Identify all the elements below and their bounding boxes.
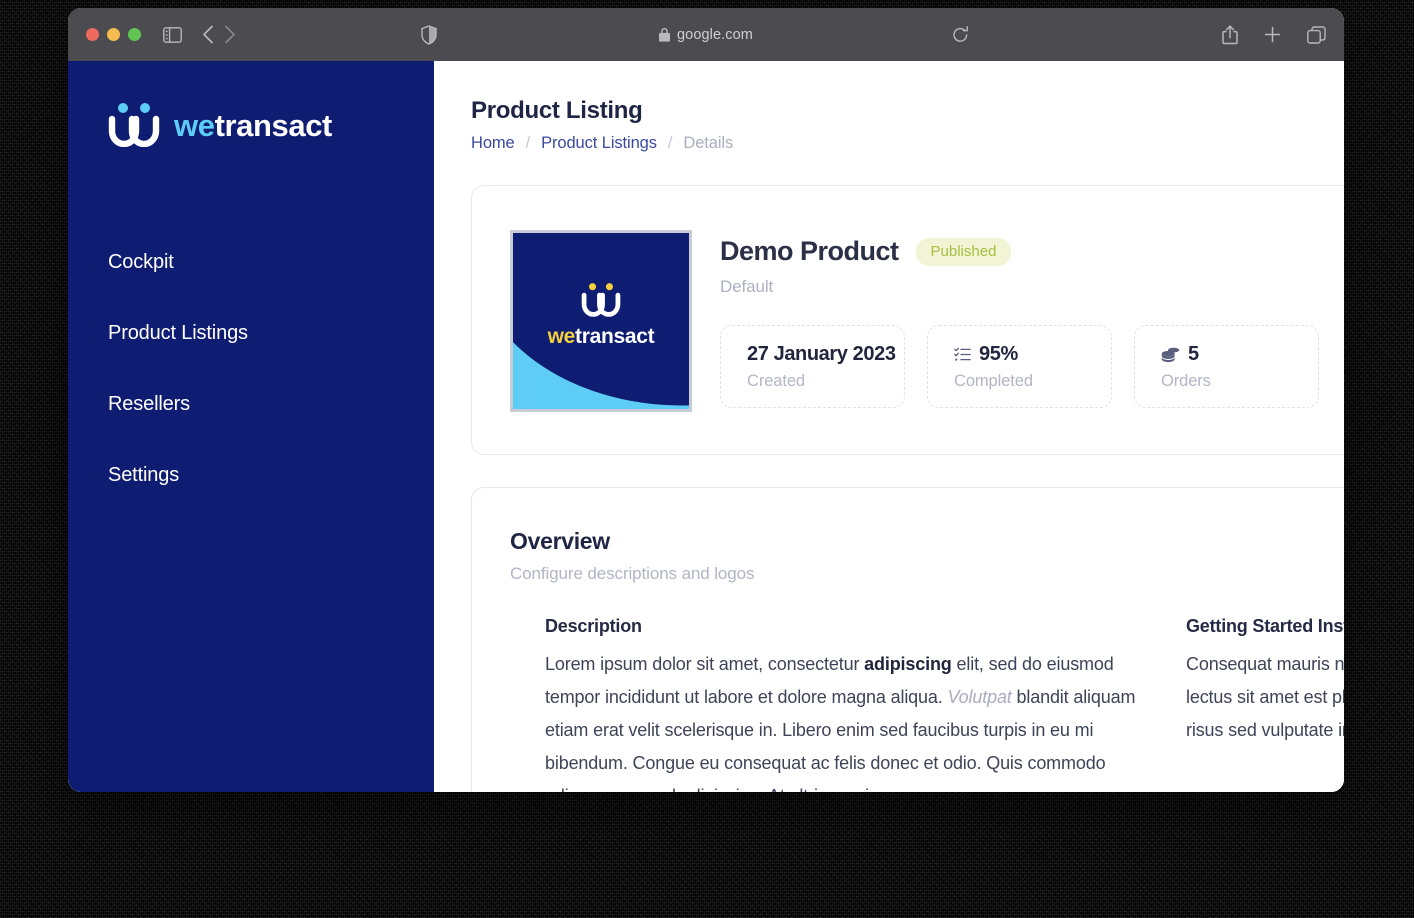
stat-value-row: 5 — [1161, 343, 1318, 366]
overview-card: Overview Configure descriptions and logo… — [471, 487, 1344, 792]
breadcrumb: Home / Product Listings / Details — [471, 134, 1344, 153]
getting-started-body: Consequat mauris nunc congue nisi vitae … — [1186, 654, 1344, 740]
nav-back-icon[interactable] — [202, 25, 214, 44]
getting-started-heading: Getting Started Instructions — [1186, 616, 1344, 636]
getting-started-column: Getting Started Instructions Consequat m… — [1186, 616, 1344, 792]
product-title-row: Demo Product Published — [720, 236, 1319, 267]
browser-window: google.com wetransact Cockpit Product Li… — [68, 8, 1344, 792]
overview-title: Overview — [510, 528, 610, 554]
minimize-window-button[interactable] — [107, 28, 120, 41]
url-text: google.com — [677, 26, 753, 43]
main-content: Product Listing Home / Product Listings … — [434, 61, 1344, 792]
stat-orders-label: Orders — [1161, 372, 1211, 390]
product-subtitle: Default — [720, 277, 774, 296]
breadcrumb-item-details: Details — [683, 134, 734, 152]
thumbnail-logo: wetransact — [513, 281, 689, 349]
thumbnail-wordmark: wetransact — [548, 325, 655, 349]
sidebar-item-cockpit[interactable]: Cockpit — [68, 227, 434, 298]
share-icon[interactable] — [1222, 24, 1238, 45]
overview-columns: Description Lorem ipsum dolor sit amet, … — [510, 616, 1344, 792]
stat-orders: 5 Orders — [1134, 325, 1319, 408]
page-body: wetransact Cockpit Product Listings Rese… — [68, 61, 1344, 792]
stat-completed-label: Completed — [954, 372, 1033, 390]
close-window-button[interactable] — [86, 28, 99, 41]
app-sidebar: wetransact Cockpit Product Listings Rese… — [68, 61, 434, 792]
stat-created-label: Created — [747, 372, 806, 390]
product-meta: Demo Product Published Default 27 Januar… — [720, 230, 1319, 412]
privacy-report-button[interactable] — [421, 8, 437, 61]
breadcrumb-item-product-listings[interactable]: Product Listings — [541, 134, 657, 153]
brand-suffix: transact — [214, 108, 333, 143]
maximize-window-button[interactable] — [128, 28, 141, 41]
breadcrumb-separator: / — [525, 134, 531, 152]
product-summary-row: wetransact Demo Product Published Defaul… — [510, 230, 1344, 412]
breadcrumb-item-home[interactable]: Home — [471, 134, 515, 153]
product-summary-card: wetransact Demo Product Published Defaul… — [471, 185, 1344, 455]
address-bar[interactable]: google.com — [68, 8, 1344, 61]
stat-created-value: 27 January 2023 — [747, 343, 896, 365]
toolbar-right-actions — [1222, 8, 1326, 61]
thumbnail-brand-suffix: transact — [575, 325, 655, 348]
stat-completed-value: 95% — [979, 343, 1018, 365]
stat-completed: 95% Completed — [927, 325, 1112, 408]
stat-orders-value: 5 — [1188, 343, 1199, 365]
description-part1: Lorem ipsum dolor sit amet, consectetur — [545, 654, 865, 674]
description-column: Description Lorem ipsum dolor sit amet, … — [545, 616, 1140, 792]
description-heading: Description — [545, 616, 642, 636]
stat-created: 27 January 2023 Created — [720, 325, 905, 408]
wetransact-mark-icon — [108, 101, 160, 152]
page-title: Product Listing — [471, 97, 643, 124]
brand-prefix: we — [174, 108, 215, 143]
stat-value-row: 27 January 2023 — [747, 343, 904, 366]
browser-toolbar: google.com — [68, 8, 1344, 61]
description-bold: adipiscing — [864, 654, 952, 674]
stat-value-row: 95% — [954, 343, 1111, 366]
sidebar-item-product-listings[interactable]: Product Listings — [68, 298, 434, 369]
sidebar-item-resellers[interactable]: Resellers — [68, 369, 434, 440]
brand-logo[interactable]: wetransact — [68, 93, 434, 159]
coins-icon — [1161, 347, 1180, 363]
wetransact-mark-icon — [581, 281, 621, 322]
description-body: Lorem ipsum dolor sit amet, consectetur … — [545, 648, 1140, 792]
sidebar-nav: Cockpit Product Listings Resellers Setti… — [68, 227, 434, 511]
lock-icon — [659, 27, 671, 42]
sidebar-toggle-icon[interactable] — [163, 26, 182, 43]
reload-button[interactable] — [952, 8, 969, 61]
product-stats: 27 January 2023 Created 95% Completed 5 … — [720, 325, 1319, 408]
sidebar-item-settings[interactable]: Settings — [68, 440, 434, 511]
status-badge: Published — [915, 237, 1012, 266]
checklist-icon — [954, 347, 971, 362]
reload-icon — [952, 25, 969, 44]
overview-subtitle: Configure descriptions and logos — [510, 564, 755, 583]
new-tab-icon[interactable] — [1264, 26, 1281, 43]
breadcrumb-separator: / — [667, 134, 673, 152]
window-controls — [86, 28, 141, 41]
product-thumbnail[interactable]: wetransact — [510, 230, 692, 412]
tab-overview-icon[interactable] — [1307, 25, 1326, 44]
thumbnail-brand-prefix: we — [547, 325, 576, 348]
product-title: Demo Product — [720, 236, 899, 266]
nav-forward-icon[interactable] — [224, 25, 236, 44]
shield-icon — [421, 24, 437, 45]
brand-wordmark: wetransact — [174, 108, 332, 144]
description-italic: Volutpat — [947, 687, 1012, 707]
